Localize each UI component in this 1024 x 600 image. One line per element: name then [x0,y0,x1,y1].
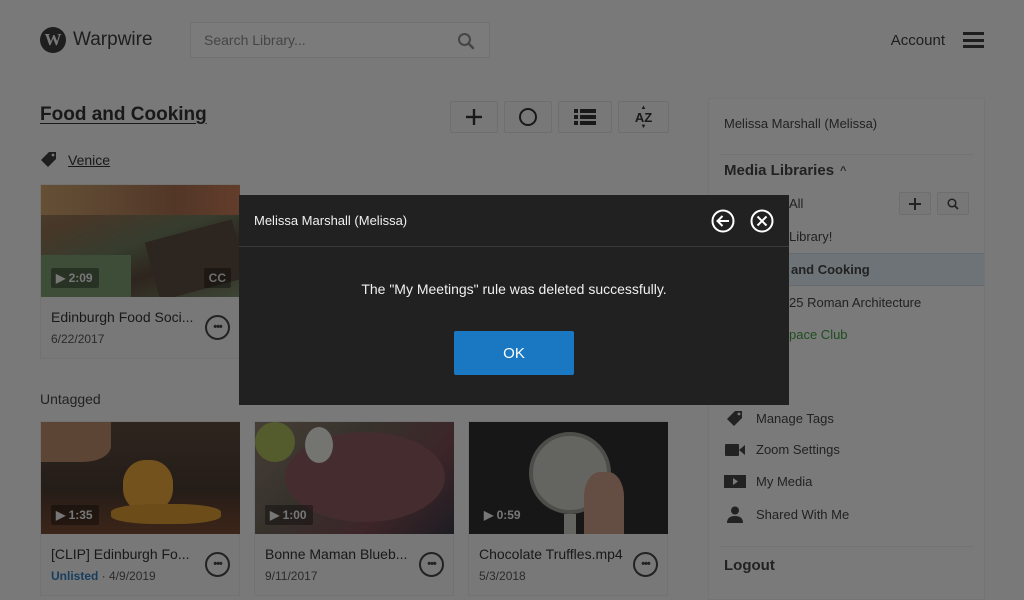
close-icon[interactable] [750,209,774,233]
dialog-header: Melissa Marshall (Melissa) [239,195,789,247]
back-arrow-icon[interactable] [711,209,735,233]
ok-button[interactable]: OK [454,331,574,375]
confirmation-dialog: Melissa Marshall (Melissa) The "My Meeti… [239,195,789,405]
dialog-message: The "My Meetings" rule was deleted succe… [361,281,667,297]
dialog-title: Melissa Marshall (Melissa) [254,213,408,228]
